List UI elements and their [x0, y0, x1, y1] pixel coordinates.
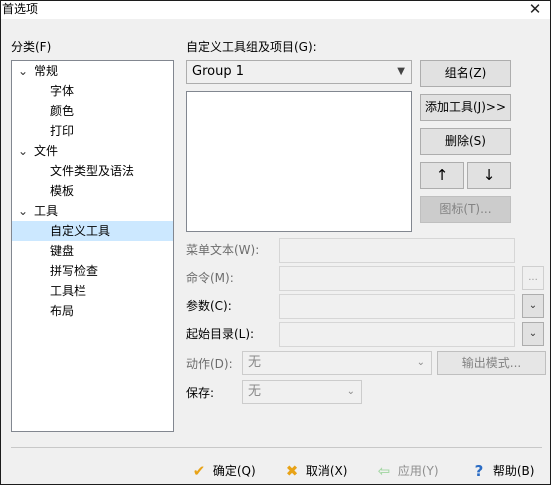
start-dir-input[interactable]: [279, 322, 515, 347]
group-name-button[interactable]: 组名(Z): [420, 60, 511, 87]
tool-group-label: 自定义工具组及项目(G):: [186, 40, 317, 54]
tree-node-toolbar[interactable]: 工具栏: [12, 281, 173, 301]
tree-node-templates[interactable]: 模板: [12, 181, 173, 201]
tree-node-general[interactable]: ⌄ 常规: [12, 61, 173, 81]
save-label: 保存:: [186, 386, 215, 400]
help-button[interactable]: ? 帮助(B): [469, 460, 535, 482]
arrow-left-icon: ⇦: [377, 462, 391, 480]
chevron-down-icon: ▼: [397, 66, 405, 77]
chevron-down-icon[interactable]: ⌄: [18, 141, 30, 161]
category-label: 分类(F): [11, 40, 52, 54]
category-tree[interactable]: ⌄ 常规 字体 颜色 打印 ⌄ 文件 文件类型及语法 模板 ⌄ 工具 自定义工具: [11, 60, 174, 432]
chevron-down-icon: ⌄: [528, 328, 538, 339]
move-up-button[interactable]: ↑: [420, 162, 464, 189]
start-dir-label: 起始目录(L):: [186, 327, 255, 341]
chevron-down-icon: ⌄: [528, 300, 538, 311]
checkmark-icon: ✔: [192, 462, 206, 480]
question-mark-icon: ?: [474, 462, 484, 480]
action-label: 动作(D):: [186, 357, 233, 371]
tree-node-file-types[interactable]: 文件类型及语法: [12, 161, 173, 181]
chevron-down-icon: ⌄: [416, 357, 425, 368]
close-icon[interactable]: ✕: [526, 1, 544, 19]
tree-node-layout[interactable]: 布局: [12, 301, 173, 321]
menu-text-label: 菜单文本(W):: [186, 243, 260, 257]
tree-node-color[interactable]: 颜色: [12, 101, 173, 121]
browse-command-button[interactable]: ...: [522, 266, 544, 290]
tree-node-keyboard[interactable]: 键盘: [12, 241, 173, 261]
start-dir-dropdown-button[interactable]: ⌄: [522, 322, 544, 346]
tree-node-print[interactable]: 打印: [12, 121, 173, 141]
add-tool-button[interactable]: 添加工具(J)>>: [420, 94, 511, 121]
output-mode-button[interactable]: 输出模式...: [437, 351, 546, 375]
command-input[interactable]: [279, 266, 515, 291]
command-label: 命令(M):: [186, 271, 234, 285]
tree-node-font[interactable]: 字体: [12, 81, 173, 101]
tree-node-tools[interactable]: ⌄ 工具: [12, 201, 173, 221]
args-label: 参数(C):: [186, 299, 232, 313]
ok-button[interactable]: ✔ 确定(Q): [189, 460, 256, 482]
save-select[interactable]: 无 ⌄: [242, 380, 362, 404]
chevron-down-icon[interactable]: ⌄: [18, 61, 30, 81]
tree-node-custom-tools[interactable]: 自定义工具: [12, 221, 173, 241]
icon-button[interactable]: 图标(T)...: [420, 196, 511, 223]
menu-text-input[interactable]: [279, 238, 515, 263]
delete-button[interactable]: 删除(S): [420, 128, 511, 155]
tree-node-spellcheck[interactable]: 拼写检查: [12, 261, 173, 281]
chevron-down-icon[interactable]: ⌄: [18, 201, 30, 221]
footer-divider: [11, 447, 542, 448]
chevron-down-icon: ⌄: [346, 386, 355, 397]
apply-button[interactable]: ⇦ 应用(Y): [374, 460, 439, 482]
tool-group-select[interactable]: Group 1 ▼: [186, 60, 412, 84]
cancel-button[interactable]: ✖ 取消(X): [282, 460, 348, 482]
preferences-dialog: 首选项 ✕ 分类(F) ⌄ 常规 字体 颜色 打印 ⌄ 文件 文件类型及语法 模…: [0, 0, 551, 485]
args-dropdown-button[interactable]: ⌄: [522, 294, 544, 318]
tree-node-file[interactable]: ⌄ 文件: [12, 141, 173, 161]
title-bar: 首选项 ✕: [1, 1, 550, 19]
cross-icon: ✖: [285, 462, 299, 480]
move-down-button[interactable]: ↓: [467, 162, 511, 189]
args-input[interactable]: [279, 294, 515, 319]
window-title: 首选项: [2, 2, 39, 16]
action-select[interactable]: 无 ⌄: [242, 351, 432, 375]
tool-items-list[interactable]: [186, 91, 412, 232]
